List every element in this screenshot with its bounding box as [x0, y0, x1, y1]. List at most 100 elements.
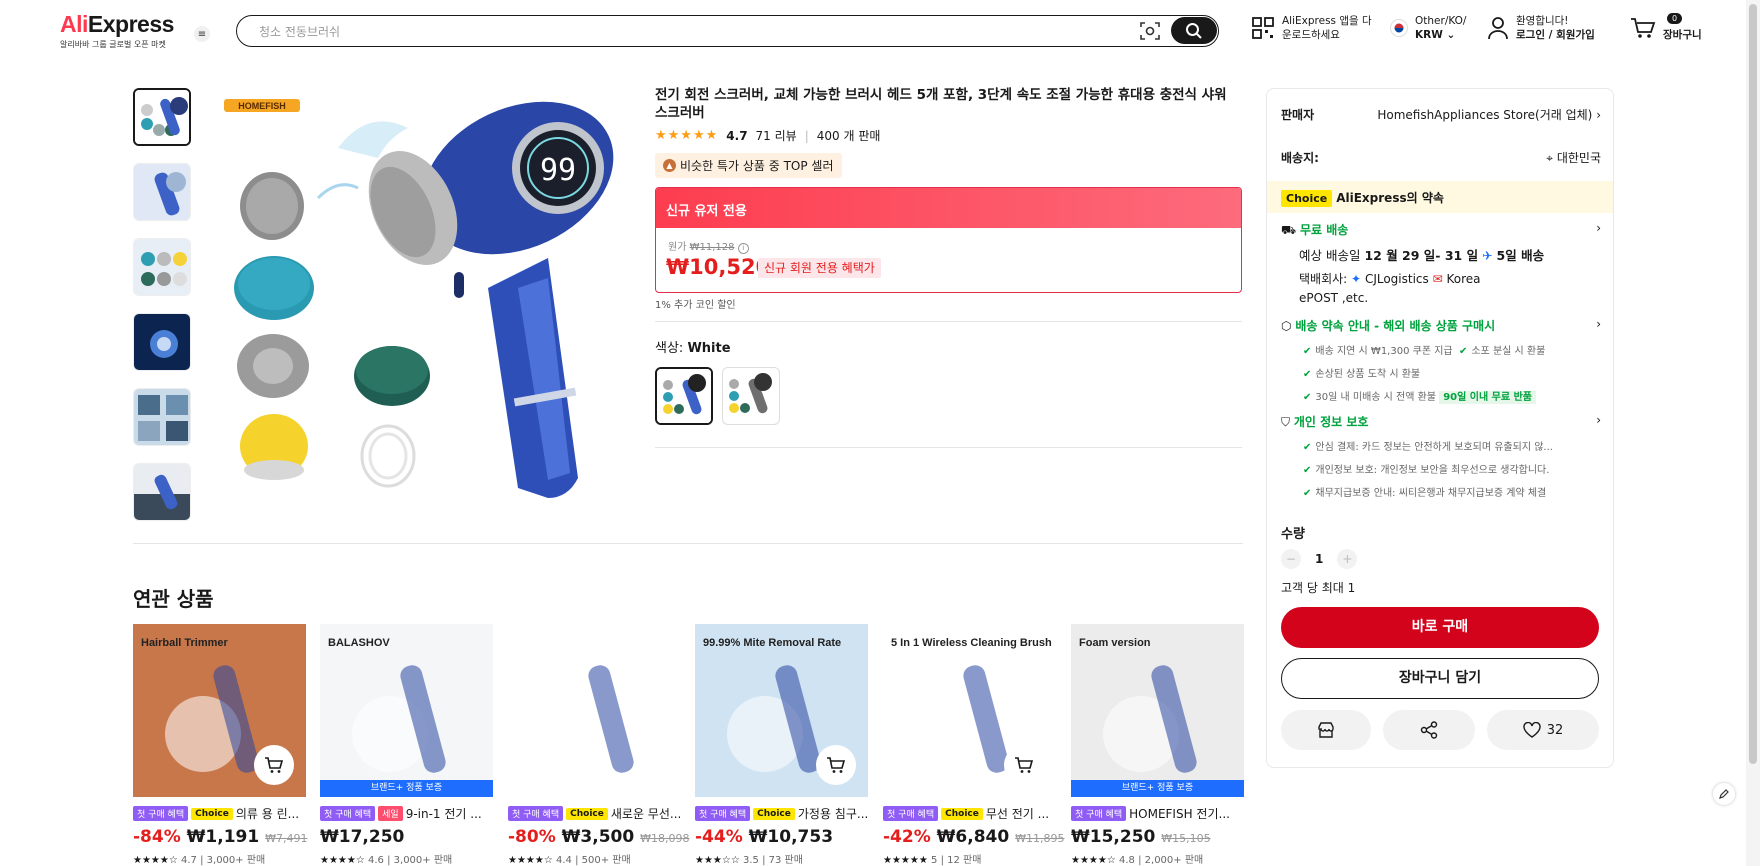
tag-badge: Choice: [191, 807, 233, 820]
related-product-name: 무선 전기 ...: [985, 807, 1050, 821]
quantity-stepper[interactable]: − 1 +: [1281, 549, 1358, 569]
related-product-card[interactable]: Foam version 브랜드+ 정품 보증 첫 구매 혜택 HOMEFISH 전기…: [1071, 624, 1244, 866]
rating-row[interactable]: ★★★★★ 4.7 71 리뷰 | 400 개 판매: [655, 127, 880, 144]
search-input[interactable]: 청소 전동브러쉬: [259, 23, 340, 40]
related-rating: ★★★★☆ 4.6 | 3,000+ 판매: [320, 855, 453, 866]
delivery-guarantee[interactable]: ⬡ 배송 약속 안내 - 해외 배송 상품 구매시 › ✔ 배송 지연 시 ₩1,3…: [1281, 317, 1601, 404]
thumbnail[interactable]: [133, 88, 191, 146]
main-product-image[interactable]: HOMEFISH 99: [218, 88, 632, 512]
seller-row[interactable]: 판매자 HomefishAppliances Store(거래 업체) ›: [1281, 106, 1601, 123]
image-search-icon[interactable]: [1139, 21, 1161, 41]
plus-button[interactable]: +: [1337, 549, 1358, 569]
ship-to-row[interactable]: 배송지: ⌖ 대한민국: [1281, 149, 1601, 166]
display-number: 99: [540, 153, 576, 188]
related-badges: 첫 구매 혜택 Choice 가정용 침구...: [695, 805, 868, 822]
privacy-section[interactable]: ⛉ 개인 정보 보호 › ✔ 안심 결제: 카드 정보는 안전하게 보호되며 유출되…: [1281, 413, 1601, 499]
truck-icon: ⛟: [1281, 223, 1297, 237]
product-title: 전기 회전 스크러버, 교체 가능한 브러시 헤드 5개 포함, 3단계 속도 …: [655, 87, 1227, 121]
related-price: -42% ₩6,840 ₩11,895: [883, 827, 1065, 847]
related-product-image[interactable]: 99.99% Mite Removal Rate: [695, 624, 868, 797]
check-icon: ✔: [1303, 488, 1312, 499]
aliexpress-logo[interactable]: AliExpress 알리바바 그룹 글로벌 오픈 마켓: [60, 11, 174, 50]
box-icon: ⬡: [1281, 319, 1292, 333]
flame-icon: ▲: [663, 159, 676, 172]
cart-link[interactable]: 0 장바구니: [1630, 13, 1702, 42]
add-to-cart-icon[interactable]: [816, 745, 856, 785]
new-user-price-box: 신규 유저 전용 원가 ₩11,128 i ₩10,520 신규 회원 전용 혜…: [655, 187, 1242, 293]
color-option-gray[interactable]: [722, 367, 780, 425]
brand-ribbon: 브랜드+ 정품 보증: [320, 780, 493, 797]
korea-post-icon: ✉: [1432, 272, 1443, 286]
thumbnail[interactable]: [133, 238, 191, 296]
related-product-card[interactable]: 5 In 1 Wireless Cleaning Brush 첫 구매 혜택 Cho…: [883, 624, 1065, 866]
add-to-cart-button[interactable]: 장바구니 담기: [1281, 658, 1599, 699]
free-shipping-row[interactable]: ⛟ 무료 배송 › 예상 배송일 12 월 29 일- 31 일 ✈ 5일 배송 …: [1281, 221, 1601, 308]
thumbnail[interactable]: [133, 313, 191, 371]
related-badges: 첫 구매 혜택 세일 9-in-1 전기 ...: [320, 805, 493, 822]
search-button[interactable]: [1171, 17, 1217, 44]
divider: [655, 321, 1242, 322]
app-download[interactable]: AliExpress 앱을 다 운로드하세요: [1251, 14, 1372, 42]
chevron-right-icon: ›: [1596, 317, 1601, 331]
rating-stars: ★★★★★: [655, 128, 719, 143]
tag-badge: Choice: [566, 807, 608, 820]
related-product-image[interactable]: BALASHOV 브랜드+ 정품 보증: [320, 624, 493, 797]
reviews-link[interactable]: 71 리뷰: [756, 127, 797, 144]
related-rating: ★★★★☆ 4.7 | 3,000+ 판매: [133, 855, 266, 866]
wish-count: 32: [1546, 722, 1564, 738]
related-product-image[interactable]: Foam version 브랜드+ 정품 보증: [1071, 624, 1244, 797]
choice-badge: Choice: [1281, 190, 1333, 207]
image-caption: 99.99% Mite Removal Rate: [703, 637, 841, 649]
chevron-right-icon: ›: [1596, 221, 1601, 235]
image-caption: 5 In 1 Wireless Cleaning Brush: [891, 637, 1052, 649]
account-menu[interactable]: 환영합니다! 로그인 / 회원가입: [1487, 14, 1595, 42]
buy-now-button[interactable]: 바로 구매: [1281, 607, 1599, 648]
logo-tagline: 알리바바 그룹 글로벌 오픈 마켓: [60, 40, 166, 49]
share-button[interactable]: [1383, 710, 1475, 750]
purchase-panel: 판매자 HomefishAppliances Store(거래 업체) › 배송…: [1266, 88, 1614, 768]
first-purchase-badge: 첫 구매 혜택: [133, 806, 189, 821]
add-to-cart-icon[interactable]: [1004, 745, 1044, 785]
add-to-cart-icon[interactable]: [254, 745, 294, 785]
divider: [133, 543, 1243, 544]
brand-ribbon: 브랜드+ 정품 보증: [1071, 780, 1244, 797]
check-icon: ✔: [1303, 442, 1312, 453]
plane-icon: ✈: [1482, 248, 1493, 263]
divider: [655, 447, 1242, 448]
heart-icon: [1523, 722, 1541, 738]
search-icon: [1186, 22, 1202, 39]
check-icon: ✔: [1303, 465, 1312, 476]
price-tag: 신규 회원 전용 혜택가: [758, 258, 881, 278]
new-user-header: 신규 유저 전용: [656, 188, 1241, 228]
related-product-card[interactable]: 첫 구매 혜택 Choice 새로운 무선... -80% ₩3,500 ₩18,09…: [508, 624, 690, 866]
first-purchase-badge: 첫 구매 혜택: [1071, 806, 1127, 821]
quantity-label: 수량: [1281, 527, 1305, 542]
thumbnail[interactable]: [133, 463, 191, 521]
related-product-card[interactable]: 99.99% Mite Removal Rate 첫 구매 혜택 Choice 가정용…: [695, 624, 868, 866]
color-option-white[interactable]: [655, 367, 713, 425]
search-bar[interactable]: 청소 전동브러쉬: [236, 15, 1219, 47]
region-selector[interactable]: Other/KO/KRW ⌄: [1390, 14, 1466, 42]
related-product-card[interactable]: BALASHOV 브랜드+ 정품 보증첫 구매 혜택 세일 9-in-1 전기 ...…: [320, 624, 493, 866]
related-product-image[interactable]: [508, 624, 681, 797]
related-product-name: 의류 용 린...: [235, 807, 300, 821]
scrollbar-thumb[interactable]: [1749, 4, 1757, 764]
related-product-image[interactable]: 5 In 1 Wireless Cleaning Brush: [883, 624, 1056, 797]
thumbnail[interactable]: [133, 163, 191, 221]
store-button[interactable]: [1281, 710, 1371, 750]
check-icon: ✔: [1303, 346, 1312, 357]
top-seller-badge: ▲ 비슷한 특가 상품 중 TOP 셀러: [655, 153, 842, 178]
related-product-card[interactable]: Hairball Trimmer 첫 구매 혜택 Choice 의류 용 린... -8…: [133, 624, 308, 866]
menu-icon[interactable]: ≡: [194, 26, 210, 42]
related-badges: 첫 구매 혜택 Choice 무선 전기 ...: [883, 805, 1056, 822]
scrollbar[interactable]: [1746, 0, 1760, 866]
thumbnail[interactable]: [133, 388, 191, 446]
related-price: ₩15,250 ₩15,105: [1071, 827, 1211, 847]
minus-button[interactable]: −: [1281, 549, 1301, 569]
info-icon[interactable]: i: [737, 243, 749, 254]
brand-logo: HOMEFISH: [238, 101, 286, 111]
edit-icon[interactable]: [1713, 783, 1735, 805]
related-product-image[interactable]: Hairball Trimmer: [133, 624, 306, 797]
wishlist-button[interactable]: 32: [1487, 710, 1599, 750]
thumbnail-list: [133, 88, 191, 538]
